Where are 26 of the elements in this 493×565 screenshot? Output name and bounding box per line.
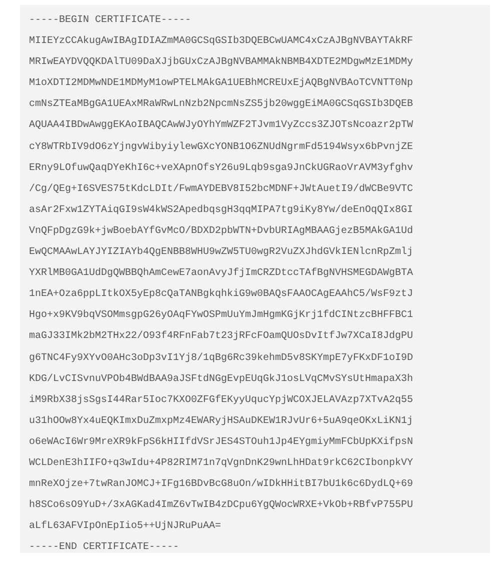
code-line: iM9RbX38jsSgsI44Rar5Ioc7KXO0ZFGfEKyyUqucYpjWCOXJELAVAzp7XTvA2q55 bbox=[29, 394, 414, 408]
code-line: YXRlMB0GA1UdDgQWBBQhAmCewE7aonAvyJfjImCRZDtccTAfBgNVHSMEGDAWgBTA bbox=[29, 266, 414, 282]
code-line: u31hOOw8Yx4uEQKImxDuZmxpMz4EWARyjHSAuDKEW1RJvUr6+5uA9qeOKxLiKN1j bbox=[29, 414, 414, 429]
code-line: mnReXOjze+7twRanJOMCJ+IFg16BDvBcG8uOn/wIDkHHitBI7bU1k6c6DydLQ+69 bbox=[29, 478, 414, 492]
code-line: maGJ33IMk2bM2THx22/O93f4RFnFab7t23jRFcFOamQUOsDvItfJw7XCaI8JdgPU bbox=[29, 330, 414, 344]
code-line: asAr2Fxw1ZYTAiqGI9sW4kWS2ApedbqsgH3qqMIPA7tg9iKy8Yw/deEnOqQIx8GI bbox=[29, 204, 414, 218]
code-line: ERny9LOfuwQaqDYeKhI6c+veXApnOfsY26u9Lqb9sga9JnCkUGRaoVrAVM3yfghv bbox=[29, 162, 414, 176]
code-line: M1oXDTI2MDMwNDE1MDMyM1owPTELMAkGA1UEBhMCREUxEjAQBgNVBAoTCVNTT0Np bbox=[29, 76, 414, 92]
code-line: o6eWAcI6Wr9MreXR9kFpS6kHIIfdVSrJES4STOuh1Jp4EYgmiyMmFCbUpKXifpsN bbox=[29, 436, 414, 450]
code-line: cY8WTRbIV9dO6zYjngvWibyiylewGXcYONB1O6ZNUdNgrmFd5194Wsyx6bPvnjZE bbox=[29, 140, 414, 155]
code-line: WCLDenE3hIIFO+q3wIdu+4P82RIM71n7qVgnDnK29wnLhHDat9rkC62CIbonpkVY bbox=[29, 456, 414, 471]
code-line: AQUAA4IBDwAwggEKAoIBAQCAwWJyOYhYmWZF2TJvm1VyZccs3ZJOTsNcoazr2pTW bbox=[29, 118, 414, 134]
code-line: h8SCo6sO9YuD+/3xAGKad4ImZ6vTwIB4zDCpu6YgQWocWRXE+VkOb+RBfvP755PU bbox=[29, 498, 414, 514]
code-line: MIIEYzCCAkugAwIBAgIDIAZmMA0GCSqGSIb3DQEBCwUAMC4xCzAJBgNVBAYTAkRF bbox=[29, 34, 414, 50]
code-line: EwQCMAAwLAYJYIZIAYb4QgENBB8WHU9wZW5TU0wgR2VuZXJhdGVkIENlcnRpZmlj bbox=[29, 246, 414, 260]
code-line: cmNsZTEaMBgGA1UEAxMRaWRwLnNzb2NpcmNsZS5jb20wggEiMA0GCSqGSIb3DQEB bbox=[29, 98, 414, 112]
code-line: aLfL63AFVIpOnEpIio5++UjNJRuPuAA= bbox=[29, 520, 222, 534]
code-line: 1nEA+Oza6ppLItkOX5yEp8cQaTANBgkqhkiG9w0BAQsFAAOCAgEAAhC5/WsF9ztJ bbox=[29, 288, 414, 302]
code-line: MRIwEAYDVQQKDAlTU09DaXJjbGUxCzAJBgNVBAMMAkNBMB4XDTE2MDgwMzE1MDMy bbox=[29, 56, 414, 70]
code-line: -----BEGIN CERTIFICATE----- bbox=[29, 14, 192, 28]
code-line: -----END CERTIFICATE----- bbox=[29, 541, 180, 556]
code-line: KDG/LvCISvnuVPOb4BWdBAA9aJSFtdNGgEvpEUqGkJ1osLVqCMvSYsUtHmapaX3h bbox=[29, 372, 414, 387]
code-line: g6TNC4Fy9XYvO0AHc3oDp3vI1Yj8/1qBg6Rc39kehmD5v8SKYmpE7yFKxDF1oI9D bbox=[29, 352, 414, 366]
code-line: /Cg/QEg+I6SVES75tKdcLDIt/FwmAYDEBV8I52bcMDNF+JWtAuetI9/dWCBe9VTC bbox=[29, 182, 414, 197]
code-line: Hgo+x9KV9bqVSOMmsgpG26yOAqFYwOSPmUuYmJmHgmKGjKrj1fdCINtzcBHFFBC1 bbox=[29, 308, 414, 324]
code-line: VnQFpDgzG9k+jwBoebAYfGvMcO/BDXD2pbWTN+DvbURIAgMBAAGjezB5MAkGA1Ud bbox=[29, 224, 414, 239]
